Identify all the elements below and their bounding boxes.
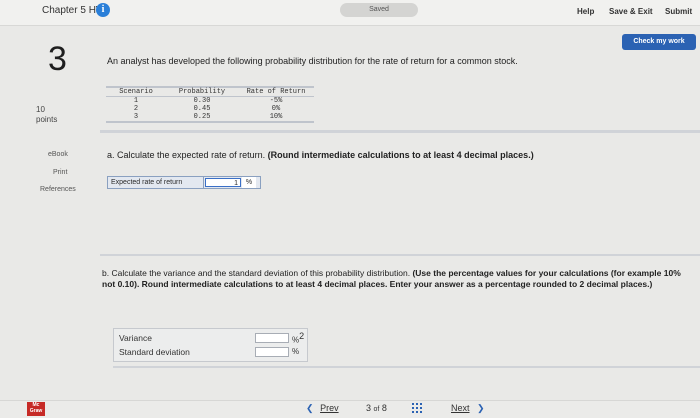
expected-return-label: Expected rate of return [108,177,204,188]
std-deviation-unit: % [292,347,300,356]
table-cell: 3 [133,113,139,121]
next-label: Next [451,403,470,413]
table-header-row: Scenario Probability Rate of Return [106,88,314,97]
table-cell: 2 [133,105,139,113]
variance-input[interactable] [255,333,289,343]
table-cell: 0.25 [193,113,211,121]
divider [100,130,700,133]
variance-answer-table: Variance %2 Standard deviation % [113,328,308,362]
table-header: Probability [178,88,226,96]
part-a-instruction: (Round intermediate calculations to at l… [267,150,534,160]
table-row: 1 0.30 -5% [106,97,314,105]
points-label: points [36,115,58,124]
table-cell: 10% [269,113,283,121]
variance-unit: %2 [292,331,305,345]
std-deviation-input[interactable] [255,347,289,357]
expected-return-input[interactable]: 1 [205,178,241,187]
divider [113,366,700,368]
prev-button[interactable]: ❮ Prev [306,403,339,414]
table-cell: 0% [271,105,281,113]
saved-status: Saved [340,3,418,17]
mcgraw-logo: Mc Graw [27,402,45,416]
next-button[interactable]: Next ❯ [451,403,485,414]
table-header: Scenario [119,88,153,96]
probability-table: Scenario Probability Rate of Return 1 0.… [106,86,314,123]
print-link[interactable]: Print [53,169,67,176]
divider [100,254,700,256]
references-link[interactable]: References [40,186,76,193]
submit-link[interactable]: Submit [665,7,692,16]
chevron-left-icon: ❮ [306,403,314,413]
question-number: 3 [48,40,67,78]
chevron-right-icon: ❯ [477,403,485,413]
table-row: 2 0.45 0% [106,105,314,113]
info-icon[interactable]: i [96,3,110,17]
expected-return-unit: % [242,177,256,188]
page-indicator[interactable]: 3 of 8 [366,403,387,413]
part-a-label: a. Calculate the expected rate of return… [107,150,266,160]
part-b-prompt: b. Calculate the variance and the standa… [102,268,694,290]
footer-bar [0,400,700,418]
prev-label: Prev [320,403,339,413]
grid-icon[interactable] [412,403,422,413]
expected-return-row: Expected rate of return 1 % [107,176,261,189]
check-my-work-button[interactable]: Check my work [622,34,696,50]
table-header: Rate of Return [246,88,306,96]
std-deviation-label: Standard deviation [119,347,190,357]
part-a-prompt: a. Calculate the expected rate of return… [107,150,534,160]
question-stem: An analyst has developed the following p… [107,56,518,66]
table-cell: -5% [269,97,283,105]
points-number: 10 [36,105,45,114]
table-cell: 1 [133,97,139,105]
table-bottom-rule [106,121,314,123]
save-exit-link[interactable]: Save & Exit [609,7,653,16]
top-bar: Chapter 5 HW i Saved Help Save & Exit Su… [0,0,700,26]
ebook-link[interactable]: eBook [48,151,68,158]
part-b-label: b. Calculate the variance and the standa… [102,268,411,278]
variance-label: Variance [119,333,152,343]
variance-unit-sup: 2 [299,331,305,341]
help-link[interactable]: Help [577,7,594,16]
table-cell: 0.45 [193,105,211,113]
points-value: 10 points [36,105,57,125]
table-cell: 0.30 [193,97,211,105]
table-row: 3 0.25 10% [106,113,314,121]
